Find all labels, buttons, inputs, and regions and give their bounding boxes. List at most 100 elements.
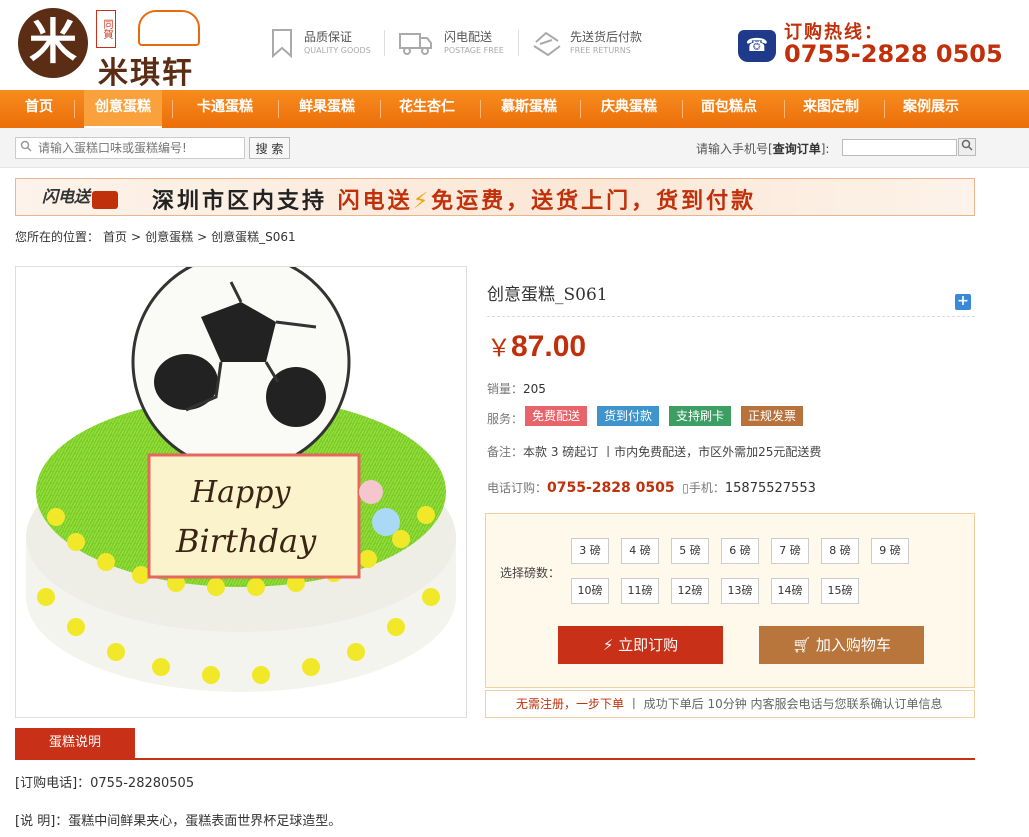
search-input[interactable] xyxy=(15,137,245,159)
breadcrumb-label: 您所在的位置： xyxy=(15,230,100,244)
description-phone: [订购电话]：0755-28280505 xyxy=(15,776,195,791)
order-query-suffix: ]: xyxy=(820,142,830,156)
banner-text-c: 免运费，送货上门，货到付款 xyxy=(431,189,757,214)
size-option[interactable]: 6 磅 xyxy=(721,538,759,564)
banner-logo: 闪电送 xyxy=(42,183,118,211)
nav-creative-cakes[interactable]: 创意蛋糕 xyxy=(84,90,162,128)
chef-hat-icon xyxy=(138,10,200,46)
divider xyxy=(518,30,519,56)
hotline-number: 0755-2828 0505 xyxy=(784,40,1003,68)
search-bar: 搜 索 请输入手机号[查询订单]: xyxy=(0,128,1029,168)
nav-divider xyxy=(480,100,481,118)
tab-cake-description[interactable]: 蛋糕说明 xyxy=(15,728,135,758)
cake-plaque-line2: Birthday xyxy=(175,522,317,560)
size-option[interactable]: 12磅 xyxy=(671,578,709,604)
tag-invoice: 正规发票 xyxy=(741,406,804,426)
nav-divider xyxy=(682,100,683,118)
mobile-number: 15875527553 xyxy=(724,481,816,496)
delivery-banner[interactable]: 闪电送 深圳市区内支持 闪电送⚡免运费，送货上门，货到付款 xyxy=(15,178,975,216)
phone-label: 电话订购： xyxy=(487,481,548,495)
add-to-cart-label: 加入购物车 xyxy=(815,636,891,654)
size-option[interactable]: 14磅 xyxy=(771,578,809,604)
nav-peanut-almond[interactable]: 花生杏仁 xyxy=(384,90,470,128)
nav-fruit-cakes[interactable]: 鲜果蛋糕 xyxy=(284,90,370,128)
sales-label: 销量： xyxy=(487,382,524,396)
banner-text-b: 闪电送 xyxy=(337,189,413,214)
lightning-icon: ⚡ xyxy=(412,189,432,214)
truck-icon xyxy=(92,191,118,209)
nav-divider xyxy=(278,100,279,118)
size-option[interactable]: 9 磅 xyxy=(871,538,909,564)
product-image[interactable]: Happy Birthday xyxy=(15,266,467,718)
buy-now-label: 立即订购 xyxy=(618,636,679,654)
service-delivery: 闪电配送 POSTAGE FREE xyxy=(398,26,510,66)
phone-order-row: 电话订购：0755-2828 0505 ▯手机：15875527553 xyxy=(487,479,816,496)
nav-celebration-cakes[interactable]: 庆典蛋糕 xyxy=(586,90,672,128)
note-text: 本款 3 磅起订 丨市内免费配送，市区外需加25元配送费 xyxy=(523,445,822,459)
service-title: 闪电配送 xyxy=(444,30,493,44)
service-title: 先送货后付款 xyxy=(570,30,643,44)
size-selector: 选择磅数： 3 磅 4 磅 5 磅 6 磅 7 磅 8 磅 9 磅 10磅 11… xyxy=(485,513,975,688)
telephone-icon: ☎ xyxy=(738,30,776,62)
size-option[interactable]: 3 磅 xyxy=(571,538,609,564)
size-option[interactable]: 10磅 xyxy=(571,578,609,604)
tag-cash-on-delivery: 货到付款 xyxy=(597,406,660,426)
order-query-link[interactable]: 查询订单 xyxy=(773,142,821,156)
divider xyxy=(487,316,975,317)
size-option[interactable]: 8 磅 xyxy=(821,538,859,564)
nav-divider xyxy=(784,100,785,118)
breadcrumb-separator: > xyxy=(131,230,142,244)
nav-case-showcase[interactable]: 案例展示 xyxy=(888,90,974,128)
mobile-icon: ▯ xyxy=(682,481,689,495)
phone-number: 0755-2828 0505 xyxy=(547,480,675,496)
service-label: 服务： xyxy=(487,412,524,426)
service-quality: 品质保证 QUALITY GOODS xyxy=(268,26,378,66)
size-option[interactable]: 7 磅 xyxy=(771,538,809,564)
site-header: 米 同賀 米琪轩 品质保证 QUALITY GOODS 闪电配送 POSTAGE… xyxy=(0,0,1029,91)
lightning-icon: ⚡ xyxy=(602,636,614,654)
breadcrumb-home[interactable]: 首页 xyxy=(103,230,127,244)
size-label: 选择磅数： xyxy=(500,566,561,580)
nav-bread-pastry[interactable]: 面包糕点 xyxy=(686,90,772,128)
tag-card-payment: 支持刷卡 xyxy=(669,406,732,426)
breadcrumb: 您所在的位置： 首页 > 创意蛋糕 > 创意蛋糕_S061 xyxy=(15,228,300,245)
logo-seal: 同賀 xyxy=(96,10,116,48)
banner-text: 深圳市区内支持 闪电送⚡免运费，送货上门，货到付款 xyxy=(152,183,756,215)
detail-tabs: 蛋糕说明 xyxy=(15,728,975,760)
bookmark-icon xyxy=(268,28,296,59)
breadcrumb-category[interactable]: 创意蛋糕 xyxy=(145,230,193,244)
nav-home[interactable]: 首页 xyxy=(12,90,66,128)
search-button[interactable]: 搜 索 xyxy=(249,137,290,159)
divider xyxy=(384,30,385,56)
order-query-prefix: 请输入手机号[ xyxy=(696,142,773,156)
nav-divider xyxy=(74,100,75,118)
nav-divider xyxy=(884,100,885,118)
logo-mark: 米 xyxy=(18,8,88,78)
main-nav: 首页 创意蛋糕 卡通蛋糕 鲜果蛋糕 花生杏仁 慕斯蛋糕 庆典蛋糕 面包糕点 来图… xyxy=(0,90,1029,128)
nav-mousse-cakes[interactable]: 慕斯蛋糕 xyxy=(486,90,572,128)
size-option[interactable]: 4 磅 xyxy=(621,538,659,564)
share-plus-icon[interactable]: + xyxy=(955,294,971,310)
mobile-label: 手机： xyxy=(688,481,725,495)
size-option[interactable]: 5 磅 xyxy=(671,538,709,564)
cake-plaque-line1: Happy xyxy=(190,475,291,510)
product-title: 创意蛋糕_S061 xyxy=(487,285,608,305)
service-subtitle: QUALITY GOODS xyxy=(304,46,371,55)
nav-custom-order[interactable]: 来图定制 xyxy=(788,90,874,128)
add-to-cart-button[interactable]: 🛒︎ 加入购物车 xyxy=(759,626,924,664)
banner-text-a: 深圳市区内支持 xyxy=(152,189,338,214)
service-subtitle: POSTAGE FREE xyxy=(444,46,504,55)
site-logo[interactable]: 米 同賀 米琪轩 xyxy=(18,6,223,91)
product-price: ￥87.00 xyxy=(487,328,586,364)
sales-row: 销量：205 xyxy=(487,380,546,397)
buy-now-button[interactable]: ⚡ 立即订购 xyxy=(558,626,723,664)
note-label: 备注： xyxy=(487,445,524,459)
breadcrumb-current: 创意蛋糕_S061 xyxy=(211,230,296,244)
nav-cartoon-cakes[interactable]: 卡通蛋糕 xyxy=(182,90,268,128)
size-option[interactable]: 13磅 xyxy=(721,578,759,604)
phone-query-input[interactable] xyxy=(842,139,957,156)
size-option[interactable]: 15磅 xyxy=(821,578,859,604)
order-query-button[interactable] xyxy=(958,138,976,156)
size-option[interactable]: 11磅 xyxy=(621,578,659,604)
service-returns: 先送货后付款 FREE RETURNS xyxy=(530,26,660,66)
